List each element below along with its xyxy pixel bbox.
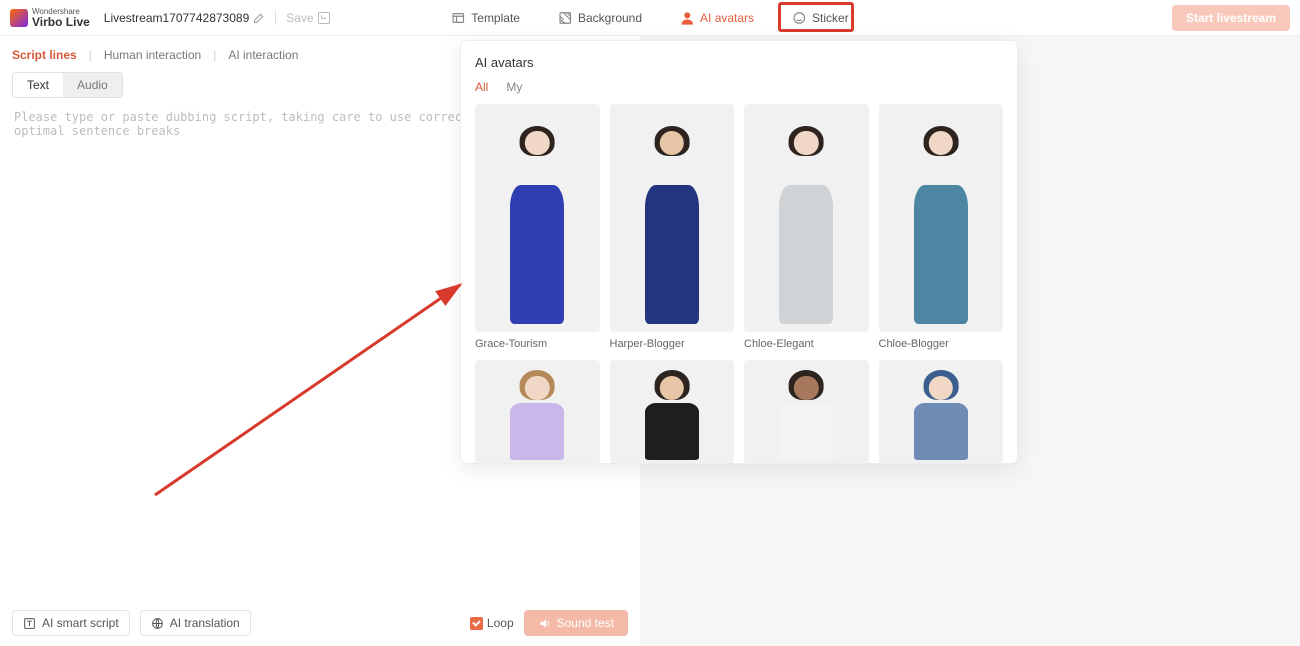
avatar-card[interactable]: Chloe-Blogger — [879, 104, 1004, 350]
avatar-icon — [680, 11, 694, 25]
avatar-thumb — [879, 360, 1004, 464]
edit-icon[interactable] — [253, 12, 265, 24]
app-logo: Wondershare Virbo Live — [10, 8, 90, 28]
avatar-card[interactable]: Grace-Tourism — [475, 104, 600, 350]
popup-tab-my[interactable]: My — [506, 80, 522, 94]
avatar-thumb — [610, 104, 735, 332]
popup-tabs: All My — [475, 80, 1003, 94]
top-bar: Wondershare Virbo Live Livestream1707742… — [0, 0, 1300, 36]
background-icon — [558, 11, 572, 25]
save-icon — [318, 12, 330, 24]
ai-smart-script-button[interactable]: AI smart script — [12, 610, 130, 636]
save-label: Save — [286, 11, 313, 25]
save-button[interactable]: Save — [286, 11, 329, 25]
loop-toggle[interactable]: Loop — [470, 616, 514, 630]
tool-sticker-label: Sticker — [812, 11, 849, 25]
template-icon — [451, 11, 465, 25]
subtab-human-interaction[interactable]: Human interaction — [104, 48, 201, 62]
avatar-thumb — [475, 360, 600, 464]
loop-label: Loop — [487, 616, 514, 630]
avatar-thumb — [610, 360, 735, 464]
avatar-name: Chloe-Blogger — [879, 338, 1004, 350]
avatar-card[interactable] — [475, 360, 600, 464]
avatar-grid: Grace-Tourism Harper-Blogger Chloe-Elega… — [475, 104, 1003, 464]
avatar-card[interactable] — [610, 360, 735, 464]
brand-main: Virbo Live — [32, 16, 90, 28]
avatar-thumb — [744, 104, 869, 332]
avatar-name: Chloe-Elegant — [744, 338, 869, 350]
center-toolbar: Template Background AI avatars Sticker — [443, 0, 856, 36]
avatar-card[interactable] — [744, 360, 869, 464]
checkbox-icon — [470, 617, 483, 630]
avatar-name: Grace-Tourism — [475, 338, 600, 350]
mode-tab-audio[interactable]: Audio — [63, 73, 122, 97]
tool-template-label: Template — [471, 11, 520, 25]
mode-tabs: Text Audio — [12, 72, 123, 98]
tool-background-label: Background — [578, 11, 642, 25]
avatar-card[interactable] — [879, 360, 1004, 464]
stream-name-text: Livestream1707742873089 — [104, 11, 249, 25]
right-sidebar — [1080, 36, 1300, 646]
start-livestream-button[interactable]: Start livestream — [1172, 5, 1290, 31]
subtab-ai-interaction[interactable]: AI interaction — [228, 48, 298, 62]
sound-icon — [538, 617, 551, 630]
popup-tab-all[interactable]: All — [475, 80, 488, 94]
avatar-name: Harper-Blogger — [610, 338, 735, 350]
avatar-card[interactable]: Chloe-Elegant — [744, 104, 869, 350]
sound-test-button[interactable]: Sound test — [524, 610, 628, 636]
text-icon — [23, 617, 36, 630]
ai-translation-button[interactable]: AI translation — [140, 610, 251, 636]
divider — [275, 11, 276, 25]
tool-ai-avatars-label: AI avatars — [700, 11, 754, 25]
avatar-card[interactable]: Harper-Blogger — [610, 104, 735, 350]
ai-translate-label: AI translation — [170, 616, 240, 630]
popup-title: AI avatars — [475, 55, 1003, 70]
avatar-thumb — [879, 104, 1004, 332]
stream-name[interactable]: Livestream1707742873089 — [104, 11, 265, 25]
tool-background[interactable]: Background — [550, 7, 650, 29]
subtab-script-lines[interactable]: Script lines — [12, 48, 77, 62]
ai-smart-label: AI smart script — [42, 616, 119, 630]
tool-ai-avatars[interactable]: AI avatars — [672, 7, 762, 29]
mode-tab-text[interactable]: Text — [13, 73, 63, 97]
sticker-icon — [792, 11, 806, 25]
tool-sticker[interactable]: Sticker — [784, 7, 857, 29]
logo-icon — [10, 9, 28, 27]
sound-test-label: Sound test — [557, 616, 614, 630]
tool-template[interactable]: Template — [443, 7, 528, 29]
translate-icon — [151, 617, 164, 630]
avatar-thumb — [744, 360, 869, 464]
script-bottom-bar: AI smart script AI translation Loop Soun… — [12, 610, 628, 636]
avatar-thumb — [475, 104, 600, 332]
ai-avatars-popup: AI avatars All My Grace-Tourism Harper-B… — [460, 40, 1018, 464]
